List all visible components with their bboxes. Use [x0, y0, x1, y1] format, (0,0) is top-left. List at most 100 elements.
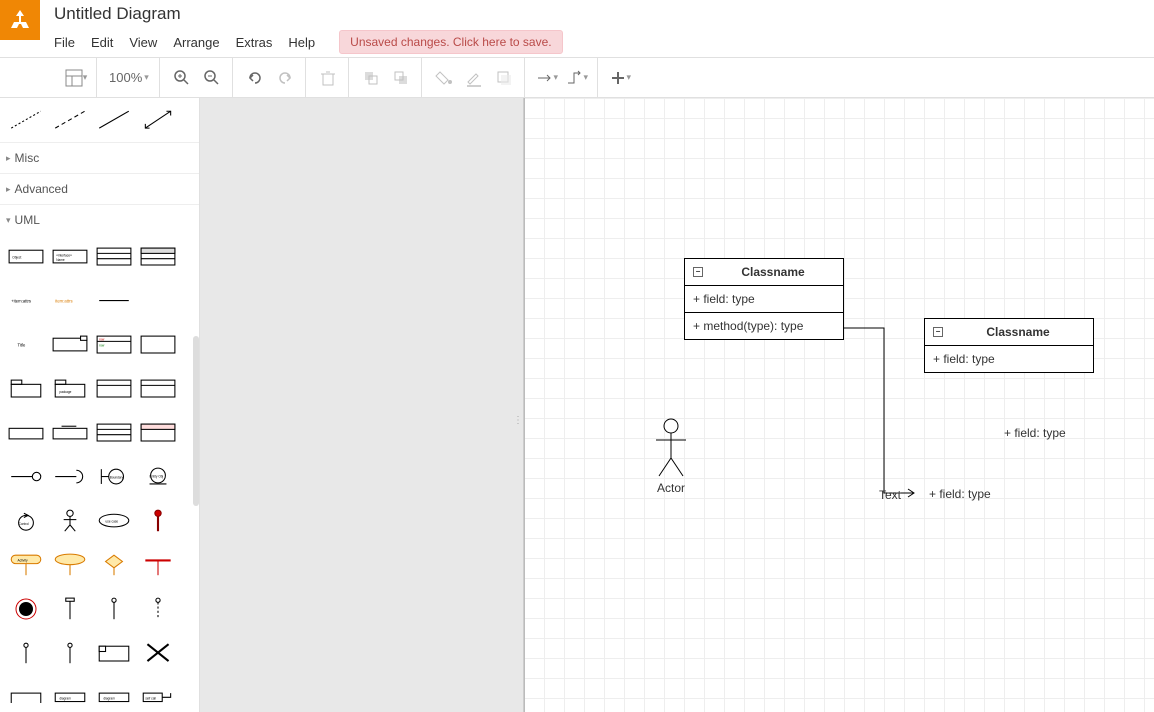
actor-label: Actor — [646, 481, 696, 495]
uml-shape-11[interactable]: rowrow — [92, 329, 136, 361]
uml-shape-12[interactable] — [136, 329, 180, 361]
uml-fork[interactable] — [136, 549, 180, 581]
uml-shape-7[interactable] — [92, 285, 136, 317]
uml-class-1[interactable]: − Classname + field: type + method(type)… — [684, 258, 844, 340]
svg-text:package: package — [59, 390, 71, 394]
svg-text:row: row — [99, 344, 105, 348]
delete-button[interactable] — [314, 64, 342, 92]
svg-text:Boundary: Boundary — [110, 476, 124, 480]
uml-end[interactable] — [4, 637, 48, 669]
uml-bar[interactable] — [48, 593, 92, 625]
menu-help[interactable]: Help — [288, 33, 315, 52]
svg-text:Activity: Activity — [18, 559, 28, 563]
uml-shape-20[interactable] — [136, 417, 180, 449]
actor-shape[interactable]: Actor — [646, 418, 696, 495]
outline-panel: ⋮⋮ — [200, 98, 524, 712]
uml-last2[interactable]: diagram — [48, 681, 92, 712]
uml-socket[interactable] — [48, 461, 92, 493]
uml-shape-1[interactable]: Object — [4, 241, 48, 273]
class1-method[interactable]: + method(type): type — [685, 313, 843, 339]
uml-shape-13[interactable] — [4, 373, 48, 405]
uml-shape-4[interactable] — [136, 241, 180, 273]
uml-shape-19[interactable] — [92, 417, 136, 449]
uml-pin[interactable] — [136, 505, 180, 537]
fill-color-button[interactable] — [430, 64, 458, 92]
view-grid-button[interactable]: ▾ — [62, 64, 90, 92]
zoom-in-button[interactable] — [168, 64, 196, 92]
uml-class-2[interactable]: − Classname + field: type — [924, 318, 1094, 373]
uml-last4[interactable]: self call — [136, 681, 180, 712]
undo-button[interactable] — [241, 64, 269, 92]
diagram-title[interactable]: Untitled Diagram — [54, 0, 1154, 26]
class1-field[interactable]: + field: type — [685, 286, 843, 313]
shadow-button[interactable] — [490, 64, 518, 92]
connection-button[interactable]: ▾ — [533, 64, 561, 92]
uml-frame[interactable] — [92, 637, 136, 669]
class2-title: Classname — [951, 325, 1085, 339]
class2-field[interactable]: + field: type — [925, 346, 1093, 372]
insert-button[interactable]: ▾ — [606, 64, 634, 92]
uml-destroy[interactable] — [136, 637, 180, 669]
line-color-button[interactable] — [460, 64, 488, 92]
uml-usecase[interactable]: use case — [92, 505, 136, 537]
uml-shape-2[interactable]: «interface»Name — [48, 241, 92, 273]
menu-file[interactable]: File — [54, 33, 75, 52]
sidebar-scrollbar[interactable] — [193, 336, 199, 506]
save-notice[interactable]: Unsaved changes. Click here to save. — [339, 30, 562, 54]
menu-extras[interactable]: Extras — [236, 33, 273, 52]
shape-line[interactable] — [92, 104, 136, 136]
uml-shape-5[interactable]: +item:attrs — [4, 285, 48, 317]
uml-shape-8[interactable] — [136, 285, 180, 317]
to-front-button[interactable] — [357, 64, 385, 92]
waypoints-button[interactable]: ▾ — [563, 64, 591, 92]
uml-activity[interactable]: Activity — [4, 549, 48, 581]
uml-entity[interactable]: Entity Obj — [136, 461, 180, 493]
menu-edit[interactable]: Edit — [91, 33, 113, 52]
uml-shape-14[interactable]: package — [48, 373, 92, 405]
uml-shape-10[interactable] — [48, 329, 92, 361]
uml-lifeline[interactable] — [92, 593, 136, 625]
shape-dotted-line[interactable] — [4, 104, 48, 136]
uml-shape-6[interactable]: item:attrs — [48, 285, 92, 317]
uml-boundary[interactable]: Boundary — [92, 461, 136, 493]
uml-shape-16[interactable] — [136, 373, 180, 405]
svg-text:Title: Title — [18, 343, 26, 348]
zoom-dropdown[interactable]: 100%▾ — [105, 70, 153, 85]
shape-dashed-line[interactable] — [48, 104, 92, 136]
uml-initial[interactable] — [4, 593, 48, 625]
edge-label[interactable]: Text — [879, 488, 901, 502]
uml-shape-18[interactable] — [48, 417, 92, 449]
content-area: ▸Misc ▸Advanced ▾UML Object «interface»N… — [0, 98, 1154, 712]
uml-lollipop[interactable] — [4, 461, 48, 493]
to-back-button[interactable] — [387, 64, 415, 92]
connector-1[interactable] — [844, 328, 924, 498]
menu-view[interactable]: View — [129, 33, 157, 52]
uml-shape-9[interactable]: Title — [4, 329, 48, 361]
collapse-icon[interactable]: − — [933, 327, 943, 337]
toolbar: ▾ 100%▾ ▾ ▾ ▾ — [0, 58, 1154, 98]
uml-last1[interactable] — [4, 681, 48, 712]
uml-shape-15[interactable] — [92, 373, 136, 405]
canvas[interactable]: − Classname + field: type + method(type)… — [524, 98, 1154, 712]
uml-state[interactable] — [48, 549, 92, 581]
uml-shape-17[interactable] — [4, 417, 48, 449]
uml-control[interactable]: Control — [4, 505, 48, 537]
uml-shape-3[interactable] — [92, 241, 136, 273]
app-logo[interactable] — [0, 0, 40, 40]
floating-field-1[interactable]: + field: type — [1004, 426, 1066, 440]
menu-arrange[interactable]: Arrange — [173, 33, 219, 52]
redo-button[interactable] — [271, 64, 299, 92]
zoom-out-button[interactable] — [198, 64, 226, 92]
collapse-icon[interactable]: − — [693, 267, 703, 277]
uml-lifeline2[interactable] — [136, 593, 180, 625]
uml-decision[interactable] — [92, 549, 136, 581]
section-advanced[interactable]: ▸Advanced — [0, 173, 199, 204]
uml-actor[interactable] — [48, 505, 92, 537]
section-misc[interactable]: ▸Misc — [0, 142, 199, 173]
section-uml[interactable]: ▾UML — [0, 204, 199, 235]
uml-end2[interactable] — [48, 637, 92, 669]
shape-bidir-arrow[interactable] — [136, 104, 180, 136]
uml-last3[interactable]: diagram — [92, 681, 136, 712]
svg-text:diagram: diagram — [103, 696, 115, 700]
floating-field-2[interactable]: + field: type — [929, 487, 991, 501]
